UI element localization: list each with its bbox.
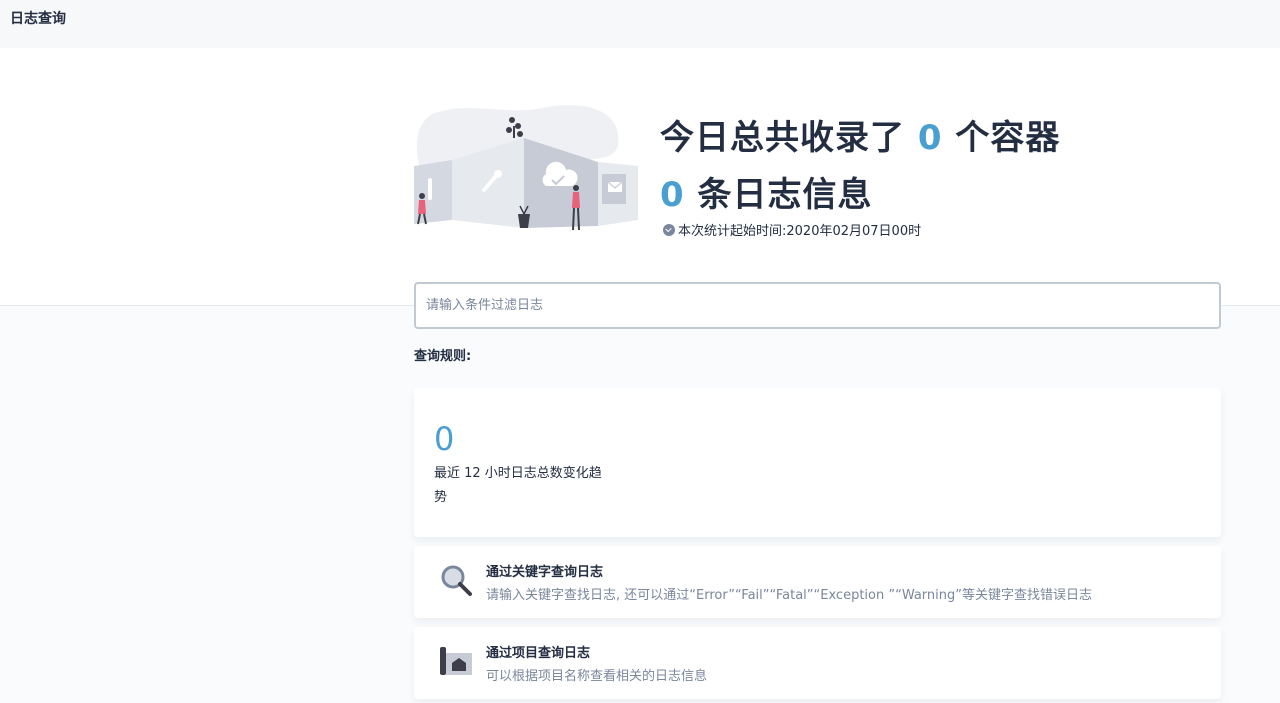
container-count: 0: [917, 118, 943, 158]
containers-illustration-icon: [414, 105, 638, 231]
query-rules-title: 查询规则:: [414, 349, 472, 364]
keyword-query-title: 通过关键字查询日志: [486, 565, 604, 580]
stat-start-time: 本次统计起始时间:2020年02月07日00时: [663, 220, 921, 239]
line1-suffix: 个容器: [955, 118, 1061, 158]
log-filter-input[interactable]: [414, 282, 1221, 329]
stat-start-label: 本次统计起始时间:2020年02月07日00时: [678, 224, 922, 239]
keyword-query-card[interactable]: 通过关键字查询日志 请输入关键字查找日志, 还可以通过“Error”“Fail”…: [414, 546, 1221, 618]
log-count: 0: [660, 175, 685, 215]
magnifier-icon: [441, 565, 472, 596]
trend-label: 最近 12 小时日志总数变化趋势: [434, 466, 602, 505]
line1-prefix: 今日总共收录了: [660, 118, 905, 158]
container-count-heading: 今日总共收录了 0 个容器: [660, 110, 1060, 159]
trend-card[interactable]: 0 最近 12 小时日志总数变化趋势: [414, 388, 1221, 537]
line2-suffix: 条日志信息: [697, 175, 873, 215]
project-icon: [440, 647, 472, 675]
project-query-card[interactable]: 通过项目查询日志 可以根据项目名称查看相关的日志信息: [414, 627, 1221, 699]
keyword-query-desc: 请输入关键字查找日志, 还可以通过“Error”“Fail”“Fatal”“Ex…: [486, 588, 1093, 603]
project-query-title: 通过项目查询日志: [486, 646, 591, 661]
trend-value: 0: [434, 420, 455, 458]
top-bar: 日志查询: [0, 0, 1280, 48]
log-count-heading: 0 条日志信息: [660, 167, 873, 216]
project-query-desc: 可以根据项目名称查看相关的日志信息: [486, 669, 708, 684]
page-title: 日志查询: [10, 11, 66, 27]
clock-icon: [663, 223, 675, 236]
